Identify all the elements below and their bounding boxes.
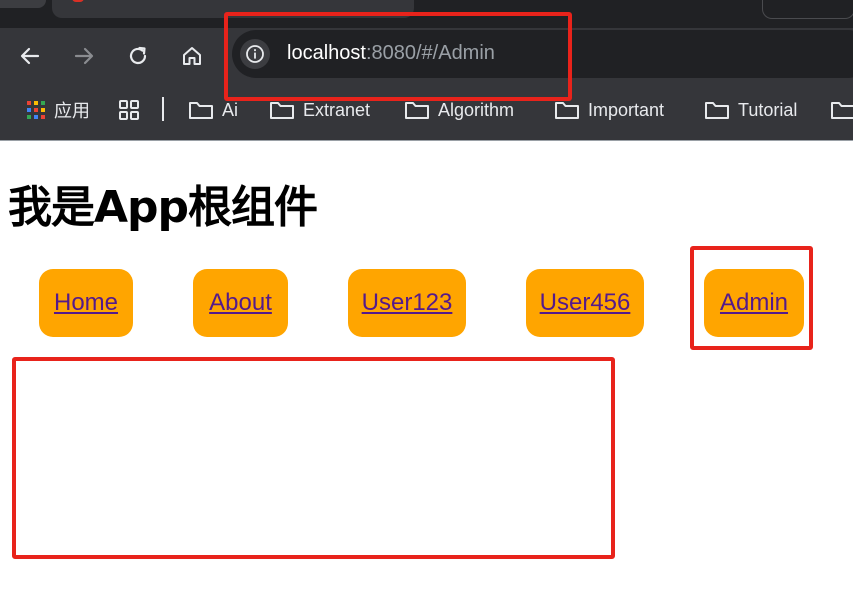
forward-arrow-icon [74, 47, 94, 65]
admin-highlight-box [690, 246, 813, 350]
bookmark-label: Tutorial [738, 99, 798, 120]
bookmark-folder-algorithm[interactable]: Algorithm [404, 98, 514, 122]
folder-icon [189, 102, 213, 119]
bookmark-folder-tutorial[interactable]: Tutorial [704, 98, 797, 122]
forward-button[interactable] [68, 40, 100, 72]
folder-icon [705, 102, 729, 119]
bookmark-folder-important[interactable]: Important [554, 98, 664, 122]
tab-stub[interactable] [0, 0, 46, 8]
bookmark-label: Important [588, 99, 665, 120]
reload-button[interactable] [122, 40, 154, 72]
folder-icon [831, 102, 853, 119]
home-icon [183, 47, 201, 65]
nav-link-home[interactable]: Home [39, 269, 133, 337]
nav-link-user123[interactable]: User123 [348, 269, 466, 337]
page-title: 我是App根组件 [8, 182, 318, 233]
bookmark-label: 应用 [54, 101, 90, 121]
home-button[interactable] [176, 40, 208, 72]
back-arrow-icon [20, 47, 40, 65]
bookmark-folder-ai[interactable]: Ai [188, 98, 238, 122]
tab-groups-icon [119, 100, 139, 120]
bookmark-label: Algorithm [438, 99, 515, 120]
content-area-highlight-box [12, 357, 615, 559]
bookmark-label: Ai [222, 99, 239, 120]
apps-grid-icon [27, 101, 45, 119]
bookmark-separator [162, 97, 164, 121]
chrome-divider [0, 140, 853, 141]
reload-icon [129, 46, 147, 65]
bookmark-folder-extranet[interactable]: Extranet [269, 98, 370, 122]
folder-icon [555, 102, 579, 119]
tab-stub-right[interactable] [762, 0, 853, 19]
folder-icon [270, 102, 294, 119]
bookmark-folder-overflow[interactable] [830, 98, 853, 122]
bookmark-label: Extranet [303, 99, 371, 120]
back-button[interactable] [14, 40, 46, 72]
url-highlight-box [224, 12, 572, 101]
nav-link-user456[interactable]: User456 [526, 269, 644, 337]
bookmark-apps[interactable]: 应用 [26, 98, 90, 122]
nav-link-about[interactable]: About [193, 269, 288, 337]
bookmark-tab-groups[interactable] [118, 98, 148, 122]
folder-icon [405, 102, 429, 119]
